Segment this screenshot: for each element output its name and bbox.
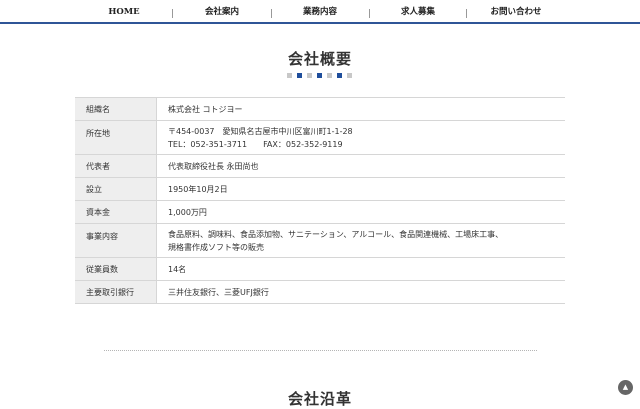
row-value-line: 株式会社 コトジヨー <box>168 104 243 114</box>
row-label-name: 組織名 <box>75 97 157 121</box>
row-label-business: 事業内容 <box>75 223 157 258</box>
table-row: 組織名 株式会社 コトジヨー <box>75 97 565 121</box>
row-value-line: 1,000万円 <box>168 207 207 217</box>
table-row: 設立 1950年10月2日 <box>75 177 565 201</box>
row-value-line: TEL：052-351-3711 FAX：052-352-9119 <box>168 139 343 149</box>
section-title-overview: 会社概要 <box>287 50 352 68</box>
row-value-line: 1950年10月2日 <box>168 184 228 194</box>
row-value-banks: 三井住友銀行、三菱UFJ銀行 <box>156 280 565 304</box>
decoration-dot <box>297 73 302 78</box>
row-value-employees: 14名 <box>156 257 565 281</box>
row-label-employees: 従業員数 <box>75 257 157 281</box>
decoration-dot <box>337 73 342 78</box>
row-label-banks: 主要取引銀行 <box>75 280 157 304</box>
nav-item-contact[interactable]: お問い合わせ <box>490 0 541 22</box>
scroll-to-top-button[interactable]: ▲ <box>618 380 633 395</box>
decoration-dot <box>307 73 312 78</box>
nav-separator <box>466 9 467 18</box>
company-overview-table: 組織名 株式会社 コトジヨー 所在地 〒454-0037 愛知県名古屋市中川区富… <box>75 97 565 304</box>
table-row: 主要取引銀行 三井住友銀行、三菱UFJ銀行 <box>75 280 565 304</box>
nav-item-company[interactable]: 会社案内 <box>205 0 239 22</box>
section-divider <box>104 350 537 351</box>
up-arrow-icon: ▲ <box>622 383 629 391</box>
table-row: 従業員数 14名 <box>75 257 565 281</box>
row-value-representative: 代表取締役社長 永田尚也 <box>156 154 565 178</box>
row-value-name: 株式会社 コトジヨー <box>156 97 565 121</box>
decoration-dot <box>347 73 352 78</box>
decoration-dot <box>317 73 322 78</box>
row-label-representative: 代表者 <box>75 154 157 178</box>
decoration-dot <box>287 73 292 78</box>
row-value-line: 三井住友銀行、三菱UFJ銀行 <box>168 287 269 297</box>
row-label-address: 所在地 <box>75 120 157 155</box>
table-row: 代表者 代表取締役社長 永田尚也 <box>75 154 565 178</box>
table-row: 所在地 〒454-0037 愛知県名古屋市中川区富川町1-1-28 TEL：05… <box>75 120 565 155</box>
nav-separator <box>172 9 173 18</box>
table-row: 事業内容 食品原料、調味料、食品添加物、サニテーション、アルコール、食品関連機械… <box>75 223 565 258</box>
row-value-line: 規格書作成ソフト等の販売 <box>168 242 264 252</box>
decoration-dot <box>327 73 332 78</box>
nav-separator <box>271 9 272 18</box>
nav-item-services[interactable]: 業務内容 <box>303 0 337 22</box>
nav-item-home[interactable]: HOME <box>108 0 139 22</box>
row-value-capital: 1,000万円 <box>156 200 565 224</box>
row-value-address: 〒454-0037 愛知県名古屋市中川区富川町1-1-28 TEL：052-35… <box>156 120 565 155</box>
table-row: 資本金 1,000万円 <box>75 200 565 224</box>
row-label-capital: 資本金 <box>75 200 157 224</box>
nav-item-recruit[interactable]: 求人募集 <box>401 0 435 22</box>
section-title-history: 会社沿革 <box>287 390 352 408</box>
nav-separator <box>369 9 370 18</box>
row-label-established: 設立 <box>75 177 157 201</box>
row-value-line: 〒454-0037 愛知県名古屋市中川区富川町1-1-28 <box>168 126 353 136</box>
row-value-line: 代表取締役社長 永田尚也 <box>168 161 259 171</box>
row-value-established: 1950年10月2日 <box>156 177 565 201</box>
row-value-line: 14名 <box>168 264 187 274</box>
row-value-line: 食品原料、調味料、食品添加物、サニテーション、アルコール、食品関連機械、工場床工… <box>168 229 504 239</box>
row-value-business: 食品原料、調味料、食品添加物、サニテーション、アルコール、食品関連機械、工場床工… <box>156 223 565 258</box>
global-nav: HOME 会社案内 業務内容 求人募集 お問い合わせ <box>0 0 640 24</box>
